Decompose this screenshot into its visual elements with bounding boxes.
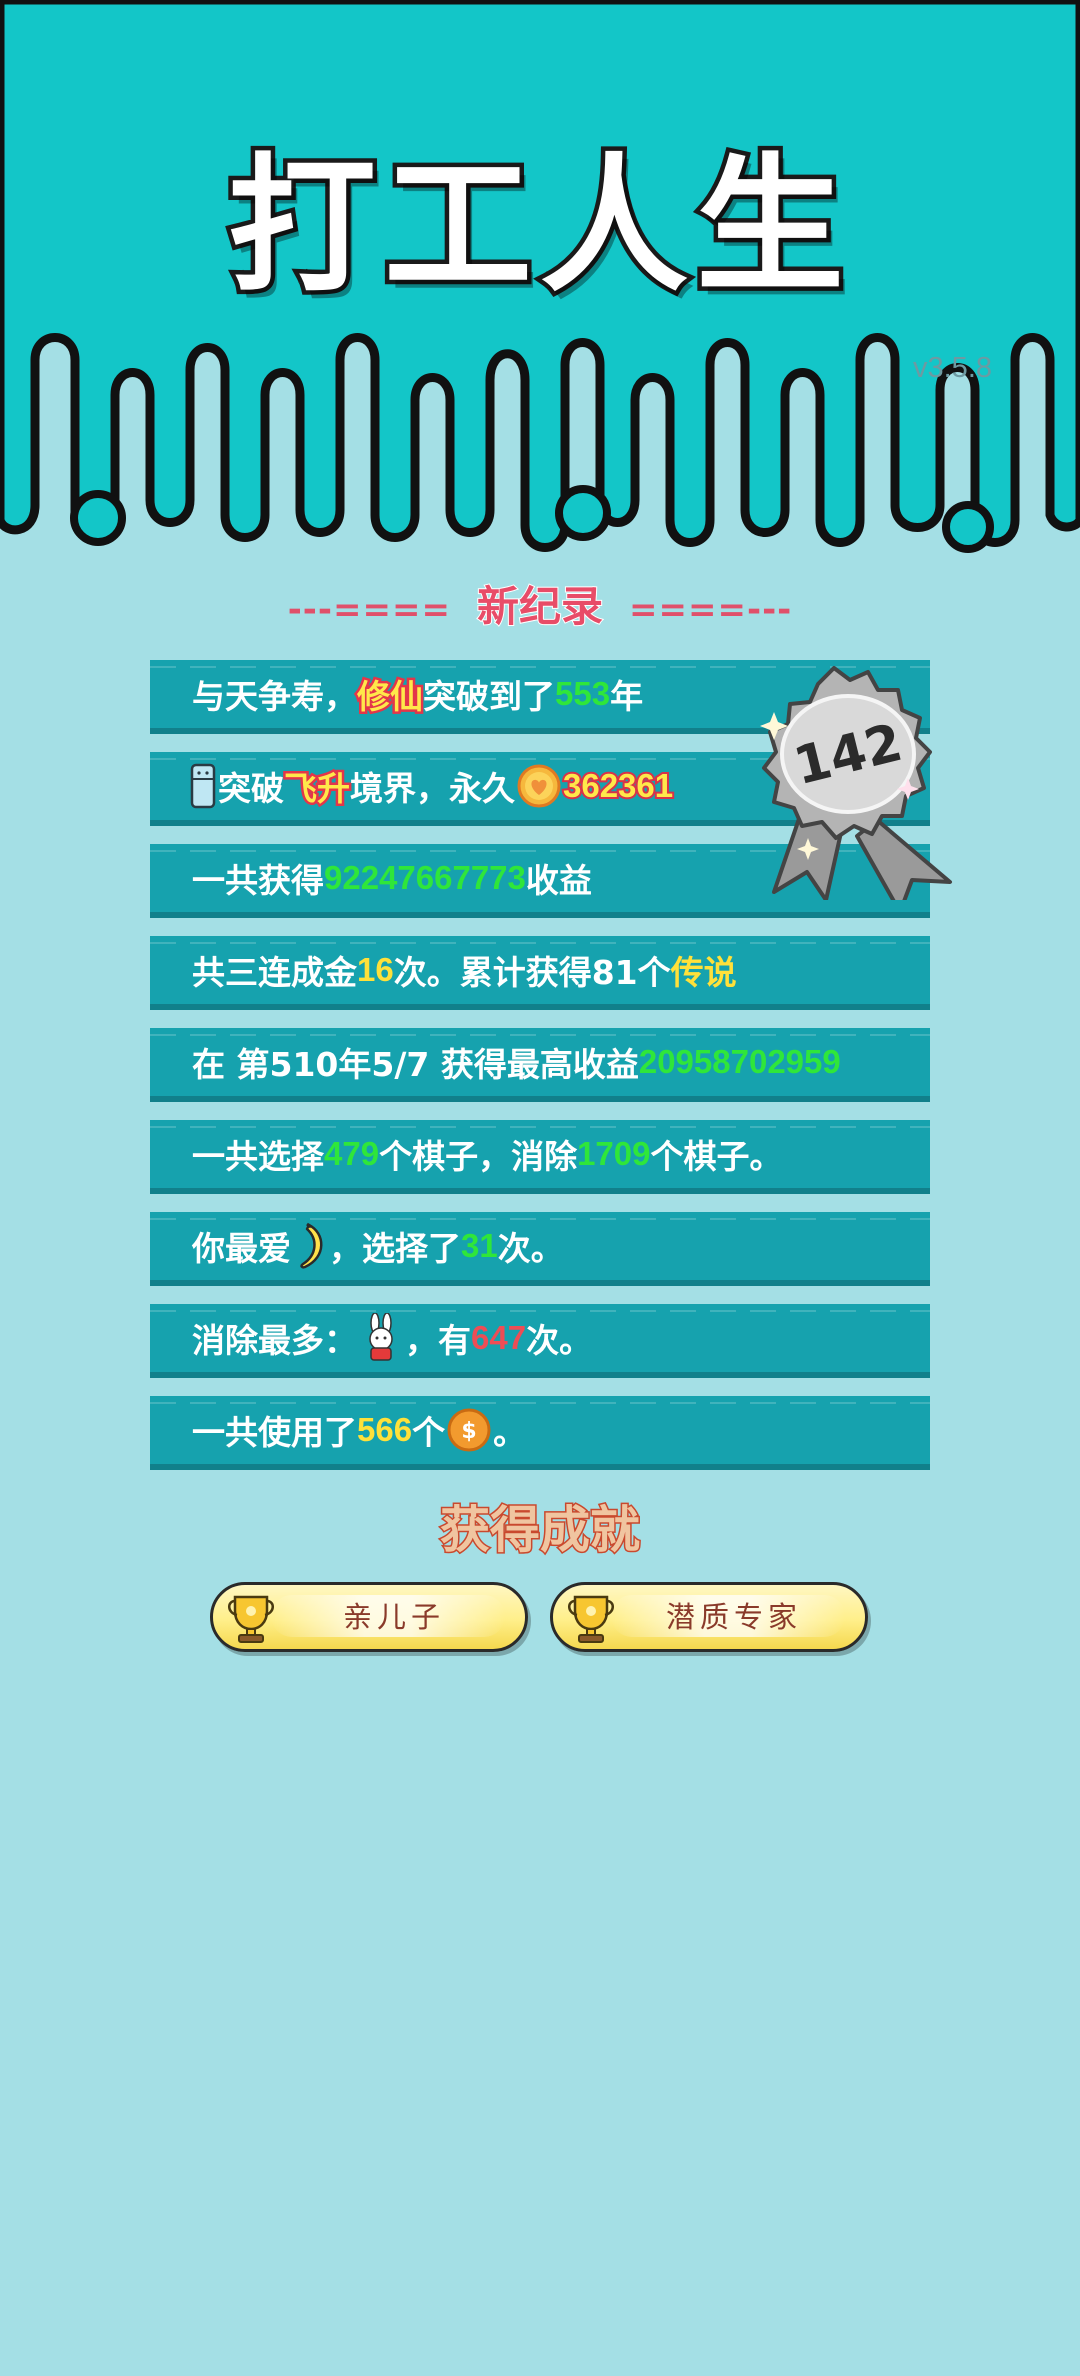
- stat-text: 次。: [497, 1229, 564, 1268]
- stat-value: 1709: [577, 1135, 651, 1172]
- banana-icon: [291, 1221, 329, 1271]
- stat-text: 个棋子。: [650, 1137, 783, 1176]
- stat-row-most-eliminated: 消除最多： ，有 647 次。: [150, 1304, 930, 1378]
- stat-value: 553: [555, 675, 611, 712]
- stat-value: 20958702959: [638, 1043, 841, 1080]
- stat-row-favorite: 你最爱 ，选择了 31 次。: [150, 1212, 930, 1286]
- dollar-coin-icon: $: [447, 1408, 491, 1452]
- medal-ribbon-icon: 142: [760, 666, 952, 914]
- game-title: 打工人生: [224, 136, 852, 317]
- stat-text: 。: [493, 1413, 527, 1452]
- stat-text: 境界，永久: [350, 769, 515, 808]
- stat-text: 一共使用了: [192, 1413, 357, 1452]
- stat-value: 566: [357, 1411, 413, 1448]
- stat-highlight: 传说: [670, 953, 737, 992]
- stat-value: 16: [357, 951, 394, 988]
- stat-text: 突破到了: [423, 677, 555, 716]
- stat-text: 次。累计获得81个: [393, 953, 671, 992]
- new-record-title: 新纪录: [476, 581, 604, 632]
- svg-text:$: $: [461, 1419, 476, 1444]
- version-label: v3.5.8: [913, 352, 992, 384]
- stat-text: 与天争寿，: [192, 677, 357, 716]
- record-medal: 142: [722, 660, 982, 914]
- stat-highlight: 修仙: [355, 675, 426, 719]
- trophy-icon: [565, 1591, 617, 1645]
- heart-coin-icon: [517, 764, 561, 808]
- stat-text: 你最爱: [192, 1229, 291, 1268]
- fridge-icon: [190, 763, 216, 809]
- rabbit-icon: [361, 1312, 401, 1363]
- stat-row-pieces: 一共选择 479 个棋子，消除 1709 个棋子。: [150, 1120, 930, 1194]
- stat-row-highest-income: 在 第510年5/7 获得最高收益 20958702959: [150, 1028, 930, 1102]
- achievements-title: 获得成就: [439, 1500, 642, 1561]
- stat-highlight: 飞升: [282, 767, 353, 811]
- achievement-badge-2[interactable]: 潜质专家: [550, 1582, 868, 1652]
- stat-text: 个棋子，消除: [379, 1137, 578, 1176]
- banner-left-dashes: ---====: [287, 590, 451, 630]
- achievement-badge-1[interactable]: 亲儿子: [210, 1582, 528, 1652]
- stat-text: ，有: [405, 1321, 471, 1360]
- trophy-icon: [225, 1591, 277, 1645]
- stat-text: 在 第510年5/7 获得最高收益: [192, 1045, 639, 1084]
- stat-text: 一共选择: [192, 1137, 324, 1176]
- achievement-label: 亲儿子: [342, 1600, 445, 1634]
- stat-text: 收益: [525, 861, 592, 900]
- stat-row-coins-used: 一共使用了 566 个 $ 。: [150, 1396, 930, 1470]
- stat-value: 92247667773: [324, 859, 526, 896]
- stat-text: 次。: [526, 1321, 593, 1360]
- achievement-label: 潜质专家: [665, 1600, 802, 1634]
- stat-value: 31: [461, 1227, 498, 1264]
- stat-value: 647: [471, 1319, 527, 1356]
- stat-text: 共三连成金: [192, 953, 357, 992]
- stat-text: 突破: [218, 769, 284, 808]
- stat-text: 年: [610, 677, 644, 716]
- banner-right-dashes: ====---: [629, 590, 793, 630]
- stat-text: 消除最多：: [192, 1321, 357, 1360]
- stat-value: 362361: [561, 765, 675, 806]
- stat-value: 479: [324, 1135, 380, 1172]
- stat-text: 一共获得: [192, 861, 324, 900]
- stat-row-triple-gold: 共三连成金 16 次。累计获得81个 传说: [150, 936, 930, 1010]
- header: 打工人生 v3.5.8: [0, 0, 1080, 560]
- stat-text: 个: [412, 1413, 446, 1452]
- new-record-banner: ---==== 新纪录 ====---: [0, 573, 1080, 634]
- stat-text: ，选择了: [329, 1229, 461, 1268]
